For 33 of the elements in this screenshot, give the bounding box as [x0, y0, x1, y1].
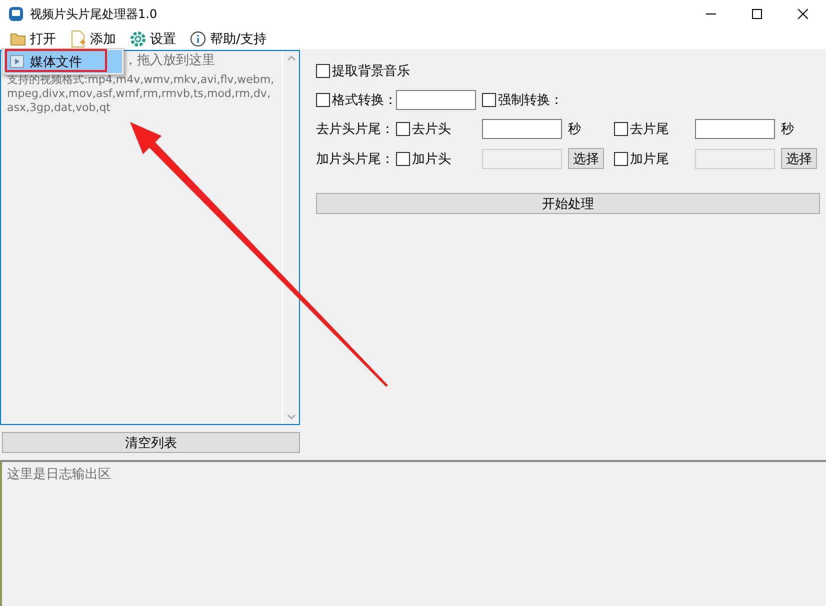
- close-icon[interactable]: [798, 9, 808, 19]
- menu-item[interactable]: 打开: [8, 30, 58, 48]
- checkbox[interactable]: 强制转换：: [482, 91, 563, 109]
- log-text: 这里是日志输出区: [7, 466, 111, 483]
- maximize-icon[interactable]: [752, 9, 762, 19]
- checkbox[interactable]: 格式转换：: [316, 91, 397, 109]
- menu-item[interactable]: 设置: [128, 30, 178, 48]
- input-field[interactable]: [482, 119, 562, 139]
- info-icon: [190, 30, 206, 46]
- checkbox[interactable]: 提取背景音乐: [316, 62, 410, 80]
- menu-item[interactable]: 添加: [68, 30, 118, 48]
- app-icon: [8, 6, 24, 22]
- checkbox[interactable]: 加片尾: [614, 150, 669, 168]
- menu-item[interactable]: 帮助/支持: [188, 30, 268, 48]
- drop-hint: ，拖入放到这里: [124, 54, 216, 68]
- select-button[interactable]: 选择: [781, 148, 817, 169]
- unit-label: 秒: [568, 121, 581, 138]
- unit-label: 秒: [781, 121, 794, 138]
- checkbox[interactable]: 去片尾: [614, 120, 669, 138]
- gear-icon: [130, 30, 146, 46]
- clear-list-button[interactable]: 清空列表: [2, 432, 300, 453]
- window-title: 视频片头片尾处理器1.0: [30, 6, 158, 22]
- option-label: 去片头片尾：: [316, 121, 394, 138]
- input-field[interactable]: [695, 119, 775, 139]
- checkbox[interactable]: 加片头: [396, 150, 451, 168]
- option-label: 加片头片尾：: [316, 150, 394, 168]
- start-button[interactable]: 开始处理: [316, 193, 820, 214]
- menu-option[interactable]: 媒体文件: [4, 50, 122, 73]
- checkbox[interactable]: 去片头: [396, 120, 451, 138]
- input-field[interactable]: [396, 90, 476, 110]
- folder-icon: [10, 32, 26, 46]
- video-icon: [10, 55, 24, 68]
- select-button[interactable]: 选择: [568, 148, 604, 169]
